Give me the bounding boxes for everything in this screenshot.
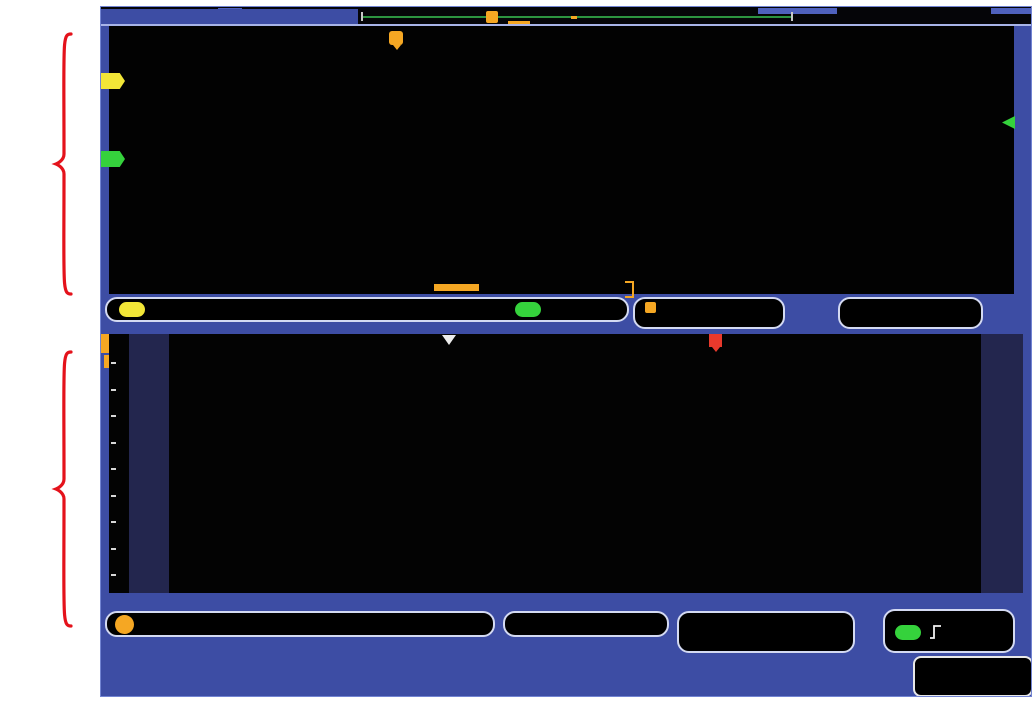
channel1-readout — [119, 302, 165, 321]
frequency-domain-brace — [48, 346, 74, 632]
trigger-position-flag — [389, 31, 403, 45]
header-tab — [758, 8, 837, 14]
spectrum-graticule — [109, 334, 1023, 593]
marker-r-icon — [709, 334, 722, 347]
rf-readout-box — [105, 611, 495, 637]
preview-right-bracket — [791, 12, 793, 21]
preview-left-bracket — [361, 12, 363, 21]
marker-a-icon — [442, 335, 456, 345]
spectrum-time-bracket — [625, 281, 634, 298]
screenshot-root: { "colors":{"bg":"#3d4da4","yellow":"#f2… — [0, 0, 1036, 705]
rf-readout-badge — [115, 615, 134, 634]
spectrum-canvas — [109, 334, 1023, 593]
header-band — [101, 9, 358, 24]
delay-t-icon — [645, 302, 656, 313]
channel-readout-box — [105, 297, 629, 322]
trigger-position-flag-tail — [393, 45, 401, 50]
rising-edge-icon — [929, 623, 943, 641]
trigger-delay-row — [645, 300, 783, 316]
span-rbw-box — [677, 611, 855, 653]
time-domain-brace — [48, 28, 74, 300]
acquisition-readout-box — [838, 297, 983, 329]
datetime-box — [913, 656, 1032, 697]
preview-expansion-tick — [571, 16, 577, 19]
oscilloscope-screen — [100, 6, 1032, 697]
time-waveform-canvas — [109, 26, 1014, 294]
preview-waveform-line — [363, 16, 791, 18]
header-tab — [991, 8, 1032, 14]
channel4-readout-badge — [515, 302, 541, 317]
trigger-readout-box — [883, 609, 1015, 653]
time-domain-graticule — [109, 26, 1014, 294]
spectrum-time-bar — [434, 284, 479, 291]
trigger-source-badge — [895, 625, 921, 640]
horizontal-readout-box — [633, 297, 785, 329]
center-frequency-box — [503, 611, 669, 637]
channel1-readout-badge — [119, 302, 145, 317]
channel4-readout — [515, 302, 557, 321]
preview-trigger-icon — [486, 11, 498, 23]
marker-r-icon-tail — [712, 347, 720, 352]
